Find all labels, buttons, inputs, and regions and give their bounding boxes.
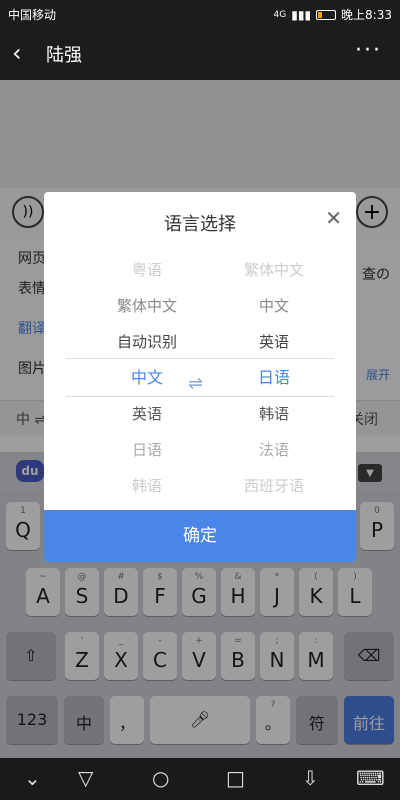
keyboard-icon[interactable]: ⌨ [356, 766, 385, 790]
back-nav-icon[interactable]: ▽ [78, 766, 93, 790]
home-icon[interactable]: ○ [152, 766, 169, 790]
recents-icon[interactable]: □ [226, 766, 245, 790]
carrier-label: 中国移动 [8, 8, 57, 22]
source-option[interactable]: 日语 [82, 432, 212, 468]
hide-keyboard-icon[interactable]: ⇩ [302, 766, 319, 790]
target-option[interactable]: 中文 [204, 288, 344, 324]
target-option-selected[interactable]: 日语 [204, 360, 344, 396]
target-option[interactable]: 英语 [204, 324, 344, 360]
source-option[interactable]: 自动识别 [82, 324, 212, 360]
source-option[interactable]: 繁体中文 [82, 288, 212, 324]
signal-icon: ▮▮▮ [291, 7, 312, 22]
signal-label: 4G [273, 9, 287, 20]
chat-header: ‹ 陆强 ··· [0, 26, 400, 80]
source-option[interactable]: 粤语 [82, 252, 212, 288]
more-button[interactable]: ··· [355, 38, 382, 63]
target-option[interactable]: 法语 [204, 432, 344, 468]
close-icon[interactable]: ✕ [325, 206, 342, 230]
status-bar: 中国移动 4G ▮▮▮ 晚上8:33 [0, 0, 400, 26]
language-picker: 粤语 繁体中文 自动识别 中文 英语 日语 韩语 ⇌ 繁体中文 中文 英语 日语… [44, 252, 356, 506]
battery-icon [316, 9, 337, 20]
status-icons: 4G ▮▮▮ 晚上8:33 [274, 6, 392, 23]
system-nav-bar: ⌄ ▽ ○ □ ⇩ ⌨ [0, 758, 400, 800]
back-icon[interactable]: ‹ [12, 39, 22, 67]
source-option[interactable]: 韩语 [82, 468, 212, 504]
dialog-title: 语言选择 [164, 214, 236, 235]
chevron-down-icon[interactable]: ⌄ [24, 766, 41, 790]
clock: 晚上8:33 [341, 8, 392, 22]
target-option[interactable]: 繁体中文 [204, 252, 344, 288]
language-dialog: 语言选择 ✕ 粤语 繁体中文 自动识别 中文 英语 日语 韩语 ⇌ 繁体中文 中… [44, 192, 356, 562]
confirm-button[interactable]: 确定 [44, 510, 356, 562]
swap-icon[interactable]: ⇌ [188, 373, 203, 394]
target-option[interactable]: 韩语 [204, 396, 344, 432]
target-language-column[interactable]: 繁体中文 中文 英语 日语 韩语 法语 西班牙语 [204, 252, 344, 504]
contact-name: 陆强 [46, 45, 82, 66]
target-option[interactable]: 西班牙语 [204, 468, 344, 504]
source-option[interactable]: 英语 [82, 396, 212, 432]
